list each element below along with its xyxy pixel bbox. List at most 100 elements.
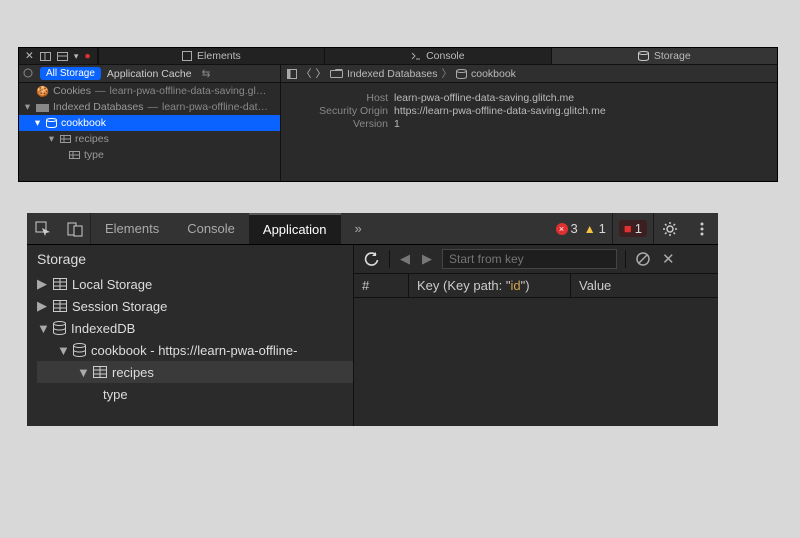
tab-elements[interactable]: Elements [98, 48, 324, 64]
elements-icon [182, 51, 192, 61]
tab-console-label: Console [426, 50, 465, 62]
tab-storage-label: Storage [654, 50, 691, 62]
sidebar-item-label: IndexedDB [71, 321, 135, 336]
detail-version-key: Version [293, 118, 388, 130]
refresh-icon[interactable] [362, 252, 381, 267]
tree-cookies-label: Cookies [53, 85, 91, 97]
start-key-input[interactable] [442, 249, 617, 269]
tab-elements[interactable]: Elements [91, 213, 173, 244]
device-toggle-icon[interactable] [59, 213, 91, 244]
delete-icon[interactable]: ✕ [660, 250, 677, 268]
data-grid-empty [354, 298, 718, 426]
sidebar-item-label: cookbook - https://learn-pwa-offline- [91, 343, 297, 358]
database-icon [53, 321, 66, 335]
sidebar-item-label: Session Storage [72, 299, 167, 314]
database-icon [456, 69, 467, 79]
sidebar-db-cookbook[interactable]: ▼ cookbook - https://learn-pwa-offline- [37, 339, 353, 361]
col-key-suffix: ") [521, 278, 530, 293]
database-icon [46, 118, 57, 128]
tab-storage[interactable]: Storage [551, 48, 777, 64]
breadcrumb-idb[interactable]: Indexed Databases [347, 68, 437, 80]
tab-application[interactable]: Application [249, 213, 341, 244]
filter-icon[interactable] [23, 68, 34, 79]
detail-origin-value: https://learn-pwa-offline-data-saving.gl… [394, 105, 606, 117]
tree-cookies-host: learn-pwa-offline-data-saving.gl… [110, 85, 267, 97]
settings-icon[interactable] [654, 213, 686, 244]
folder-icon [330, 69, 343, 78]
layout-alt-icon[interactable] [57, 52, 68, 61]
safari-storage-tree: 🍪 Cookies — learn-pwa-offline-data-savin… [19, 83, 281, 181]
close-icon[interactable]: ✕ [25, 50, 34, 62]
sidebar-item-label: type [103, 387, 128, 402]
prev-page-icon[interactable]: ◀ [398, 251, 412, 267]
detail-host-key: Host [293, 92, 388, 104]
chevron-down-icon[interactable]: ▾ [74, 51, 79, 62]
grid-icon [53, 278, 67, 290]
detail-host-value: learn-pwa-offline-data-saving.glitch.me [394, 92, 574, 104]
safari-subtabs: All Storage Application Cache ⇆ 〈 〉 Inde… [19, 65, 777, 83]
errors-count: 3 [571, 221, 578, 236]
status-badges: × 3 ▲ 1 [550, 213, 612, 244]
tree-store-recipes[interactable]: ▾ recipes [19, 131, 280, 147]
sidebar-toggle-icon[interactable] [287, 69, 297, 79]
sidebar-item-label: recipes [112, 365, 154, 380]
tab-elements-label: Elements [197, 50, 241, 62]
subtab-all-storage[interactable]: All Storage [40, 67, 101, 80]
safari-detail-pane: Host learn-pwa-offline-data-saving.glitch… [281, 83, 777, 181]
tree-db-cookbook[interactable]: ▾ cookbook [19, 115, 280, 131]
data-toolbar: ◀ ▶ ✕ [354, 245, 718, 274]
breadcrumb-db[interactable]: cookbook [471, 68, 516, 80]
tree-index-label: type [84, 149, 104, 161]
sidebar-item-indexeddb[interactable]: ▼ IndexedDB [37, 317, 353, 339]
breadcrumb-back[interactable]: 〈 [301, 66, 312, 81]
detail-version-value: 1 [394, 118, 400, 130]
tab-more[interactable]: » [341, 213, 376, 244]
sidebar-store-recipes[interactable]: ▼ recipes [37, 361, 353, 383]
subtab-expand-icon[interactable]: ⇆ [202, 68, 211, 80]
tree-index-type[interactable]: type [19, 147, 280, 163]
sidebar-item-session-storage[interactable]: ▶ Session Storage [37, 295, 353, 317]
col-key-prefix: Key (Key path: " [417, 278, 511, 293]
tab-console[interactable]: Console [173, 213, 249, 244]
sidebar-item-label: Local Storage [72, 277, 152, 292]
tree-idb-host: learn-pwa-offline-dat… [162, 101, 268, 113]
sidebar-heading: Storage [37, 251, 353, 267]
tree-indexed-databases[interactable]: ▾ Indexed Databases — learn-pwa-offline-… [19, 99, 280, 115]
breadcrumb-forward[interactable]: 〉 [316, 66, 327, 81]
tree-db-label: cookbook [61, 117, 106, 129]
tree-store-label: recipes [75, 133, 109, 145]
subtab-application-cache[interactable]: Application Cache [107, 68, 192, 80]
table-icon [60, 135, 71, 143]
tab-console[interactable]: Console [324, 48, 550, 64]
warnings-badge[interactable]: ▲ 1 [584, 221, 606, 236]
tree-cookies[interactable]: 🍪 Cookies — learn-pwa-offline-data-savin… [19, 83, 280, 99]
col-index[interactable]: # [354, 274, 409, 297]
console-icon [411, 51, 421, 61]
kebab-menu-icon[interactable] [686, 213, 718, 244]
issues-count: 1 [635, 221, 642, 236]
sidebar-index-type[interactable]: type [37, 383, 353, 405]
chrome-data-pane: ◀ ▶ ✕ # Key (Key path: "id") Value [354, 245, 718, 426]
errors-badge[interactable]: × 3 [556, 221, 578, 236]
inspect-icon[interactable] [27, 213, 59, 244]
sidebar-item-local-storage[interactable]: ▶ Local Storage [37, 273, 353, 295]
next-page-icon[interactable]: ▶ [420, 251, 434, 267]
col-value[interactable]: Value [571, 274, 718, 297]
table-icon [69, 151, 80, 159]
col-key[interactable]: Key (Key path: "id") [409, 274, 571, 297]
issues-badge[interactable]: ■ 1 [619, 220, 647, 237]
warning-icon: ▲ [584, 222, 596, 236]
safari-window-controls: ✕ ▾ ● [19, 48, 98, 64]
col-key-id: id [511, 278, 521, 293]
grid-icon [53, 300, 67, 312]
error-indicator-icon[interactable]: ● [84, 50, 90, 62]
chrome-devtools-panel: Elements Console Application » × 3 ▲ 1 ■… [27, 213, 718, 426]
chrome-storage-sidebar: Storage ▶ Local Storage ▶ Session Storag… [27, 245, 354, 426]
detail-origin-key: Security Origin [293, 105, 388, 117]
chrome-top-tabs: Elements Console Application » × 3 ▲ 1 ■… [27, 213, 718, 245]
layout-icon[interactable] [40, 52, 51, 61]
cookie-icon: 🍪 [36, 85, 49, 98]
clear-icon[interactable] [634, 252, 652, 266]
database-icon [73, 343, 86, 357]
issue-icon: ■ [624, 221, 632, 236]
